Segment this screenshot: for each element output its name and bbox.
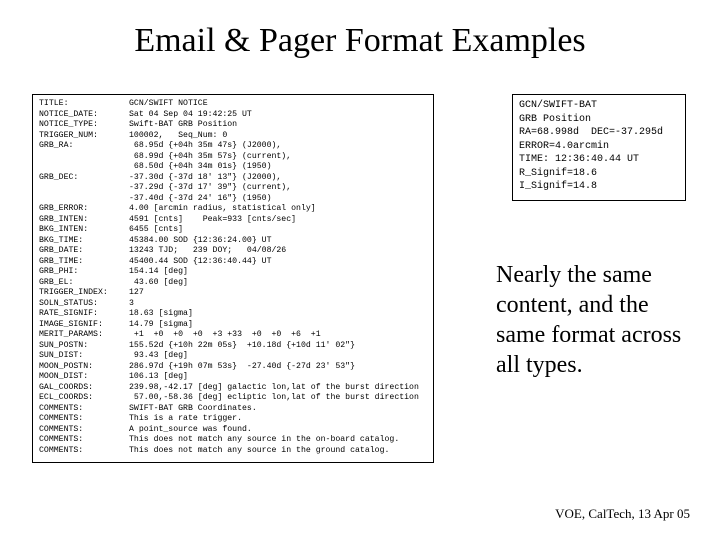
summary-line: GCN/SWIFT-BAT [519,100,597,111]
row-val: SWIFT-BAT GRB Coordinates. [129,404,257,413]
row-key: GRB_EL: [39,278,129,289]
row-val: Sat 04 Sep 04 19:42:25 UT [129,110,252,119]
summary-line: ERROR=4.0arcmin [519,141,609,152]
row-val: 13243 TJD; 239 DOY; 04/08/26 [129,246,286,255]
row-val: 6455 [cnts] [129,225,183,234]
row-val: This is a rate trigger. [129,414,242,423]
row-val: 286.97d {+19h 07m 53s} -27.40d {-27d 23'… [129,362,355,371]
row-val: 155.52d {+10h 22m 05s} +10.18d {+10d 11'… [129,341,355,350]
row-key: MOON_POSTN: [39,362,129,373]
row-val: -37.29d {-37d 17' 39"} (current), [129,183,291,192]
row-key: MERIT_PARAMS: [39,330,129,341]
row-key: COMMENTS: [39,446,129,457]
row-key: GRB_INTEN: [39,215,129,226]
row-val: 68.95d {+04h 35m 47s} (J2000), [129,141,281,150]
row-val: 154.14 [deg] [129,267,188,276]
row-val: 43.60 [deg] [129,278,188,287]
row-key: TITLE: [39,99,129,110]
notice-block: TITLE:GCN/SWIFT NOTICE NOTICE_DATE:Sat 0… [32,94,434,463]
row-key: GRB_TIME: [39,257,129,268]
row-val: This does not match any source in the on… [129,435,399,444]
row-key: GRB_ERROR: [39,204,129,215]
row-key: GAL_COORDS: [39,383,129,394]
summary-line: I_Signif=14.8 [519,181,597,192]
row-val: 45384.00 SOD {12:36:24.00} UT [129,236,272,245]
row-key: TRIGGER_INDEX: [39,288,129,299]
page-title: Email & Pager Format Examples [0,22,720,60]
summary-line: TIME: 12:36:40.44 UT [519,154,639,165]
row-val: 57.00,-58.36 [deg] ecliptic lon,lat of t… [129,393,419,402]
row-val: +1 +0 +0 +0 +3 +33 +0 +0 +6 +1 [129,330,321,339]
row-key: GRB_RA: [39,141,129,152]
row-key: SUN_POSTN: [39,341,129,352]
row-val: GCN/SWIFT NOTICE [129,99,208,108]
footer-text: VOE, CalTech, 13 Apr 05 [555,506,690,522]
row-val: -37.40d {-37d 24' 16"} (1950) [129,194,272,203]
row-key: GRB_DEC: [39,173,129,184]
row-key: GRB_PHI: [39,267,129,278]
row-val: 93.43 [deg] [129,351,188,360]
row-val: 3 [129,299,134,308]
row-val: 68.99d {+04h 35m 57s} (current), [129,152,291,161]
row-key: COMMENTS: [39,425,129,436]
row-val: This does not match any source in the gr… [129,446,389,455]
row-key: BKG_INTEN: [39,225,129,236]
row-key: COMMENTS: [39,414,129,425]
row-val: 127 [129,288,144,297]
row-key: BKG_TIME: [39,236,129,247]
row-key: NOTICE_DATE: [39,110,129,121]
row-val: Swift-BAT GRB Position [129,120,237,129]
summary-line: R_Signif=18.6 [519,168,597,179]
row-val: 100002, Seq_Num: 0 [129,131,227,140]
row-val: 106.13 [deg] [129,372,188,381]
caption-text: Nearly the same content, and the same fo… [496,260,686,380]
row-key: COMMENTS: [39,435,129,446]
row-val: 18.63 [sigma] [129,309,193,318]
row-key: MOON_DIST: [39,372,129,383]
row-val: 4591 [cnts] Peak=933 [cnts/sec] [129,215,296,224]
row-key: SUN_DIST: [39,351,129,362]
row-key: GRB_DATE: [39,246,129,257]
row-val: 4.00 [arcmin radius, statistical only] [129,204,316,213]
row-val: A point_source was found. [129,425,252,434]
row-val: 68.50d {+04h 34m 01s} (1950) [129,162,272,171]
row-key: COMMENTS: [39,404,129,415]
row-val: 239.98,-42.17 [deg] galactic lon,lat of … [129,383,419,392]
row-key: ECL_COORDS: [39,393,129,404]
summary-line: RA=68.998d DEC=-37.295d [519,127,663,138]
summary-block: GCN/SWIFT-BAT GRB Position RA=68.998d DE… [512,94,686,201]
row-val: 14.79 [sigma] [129,320,193,329]
summary-line: GRB Position [519,114,591,125]
row-key: IMAGE_SIGNIF: [39,320,129,331]
row-val: -37.30d {-37d 18' 13"} (J2000), [129,173,281,182]
row-key: SOLN_STATUS: [39,299,129,310]
row-key: NOTICE_TYPE: [39,120,129,131]
row-key: RATE_SIGNIF: [39,309,129,320]
row-key: TRIGGER_NUM: [39,131,129,142]
row-val: 45400.44 SOD {12:36:40.44} UT [129,257,272,266]
